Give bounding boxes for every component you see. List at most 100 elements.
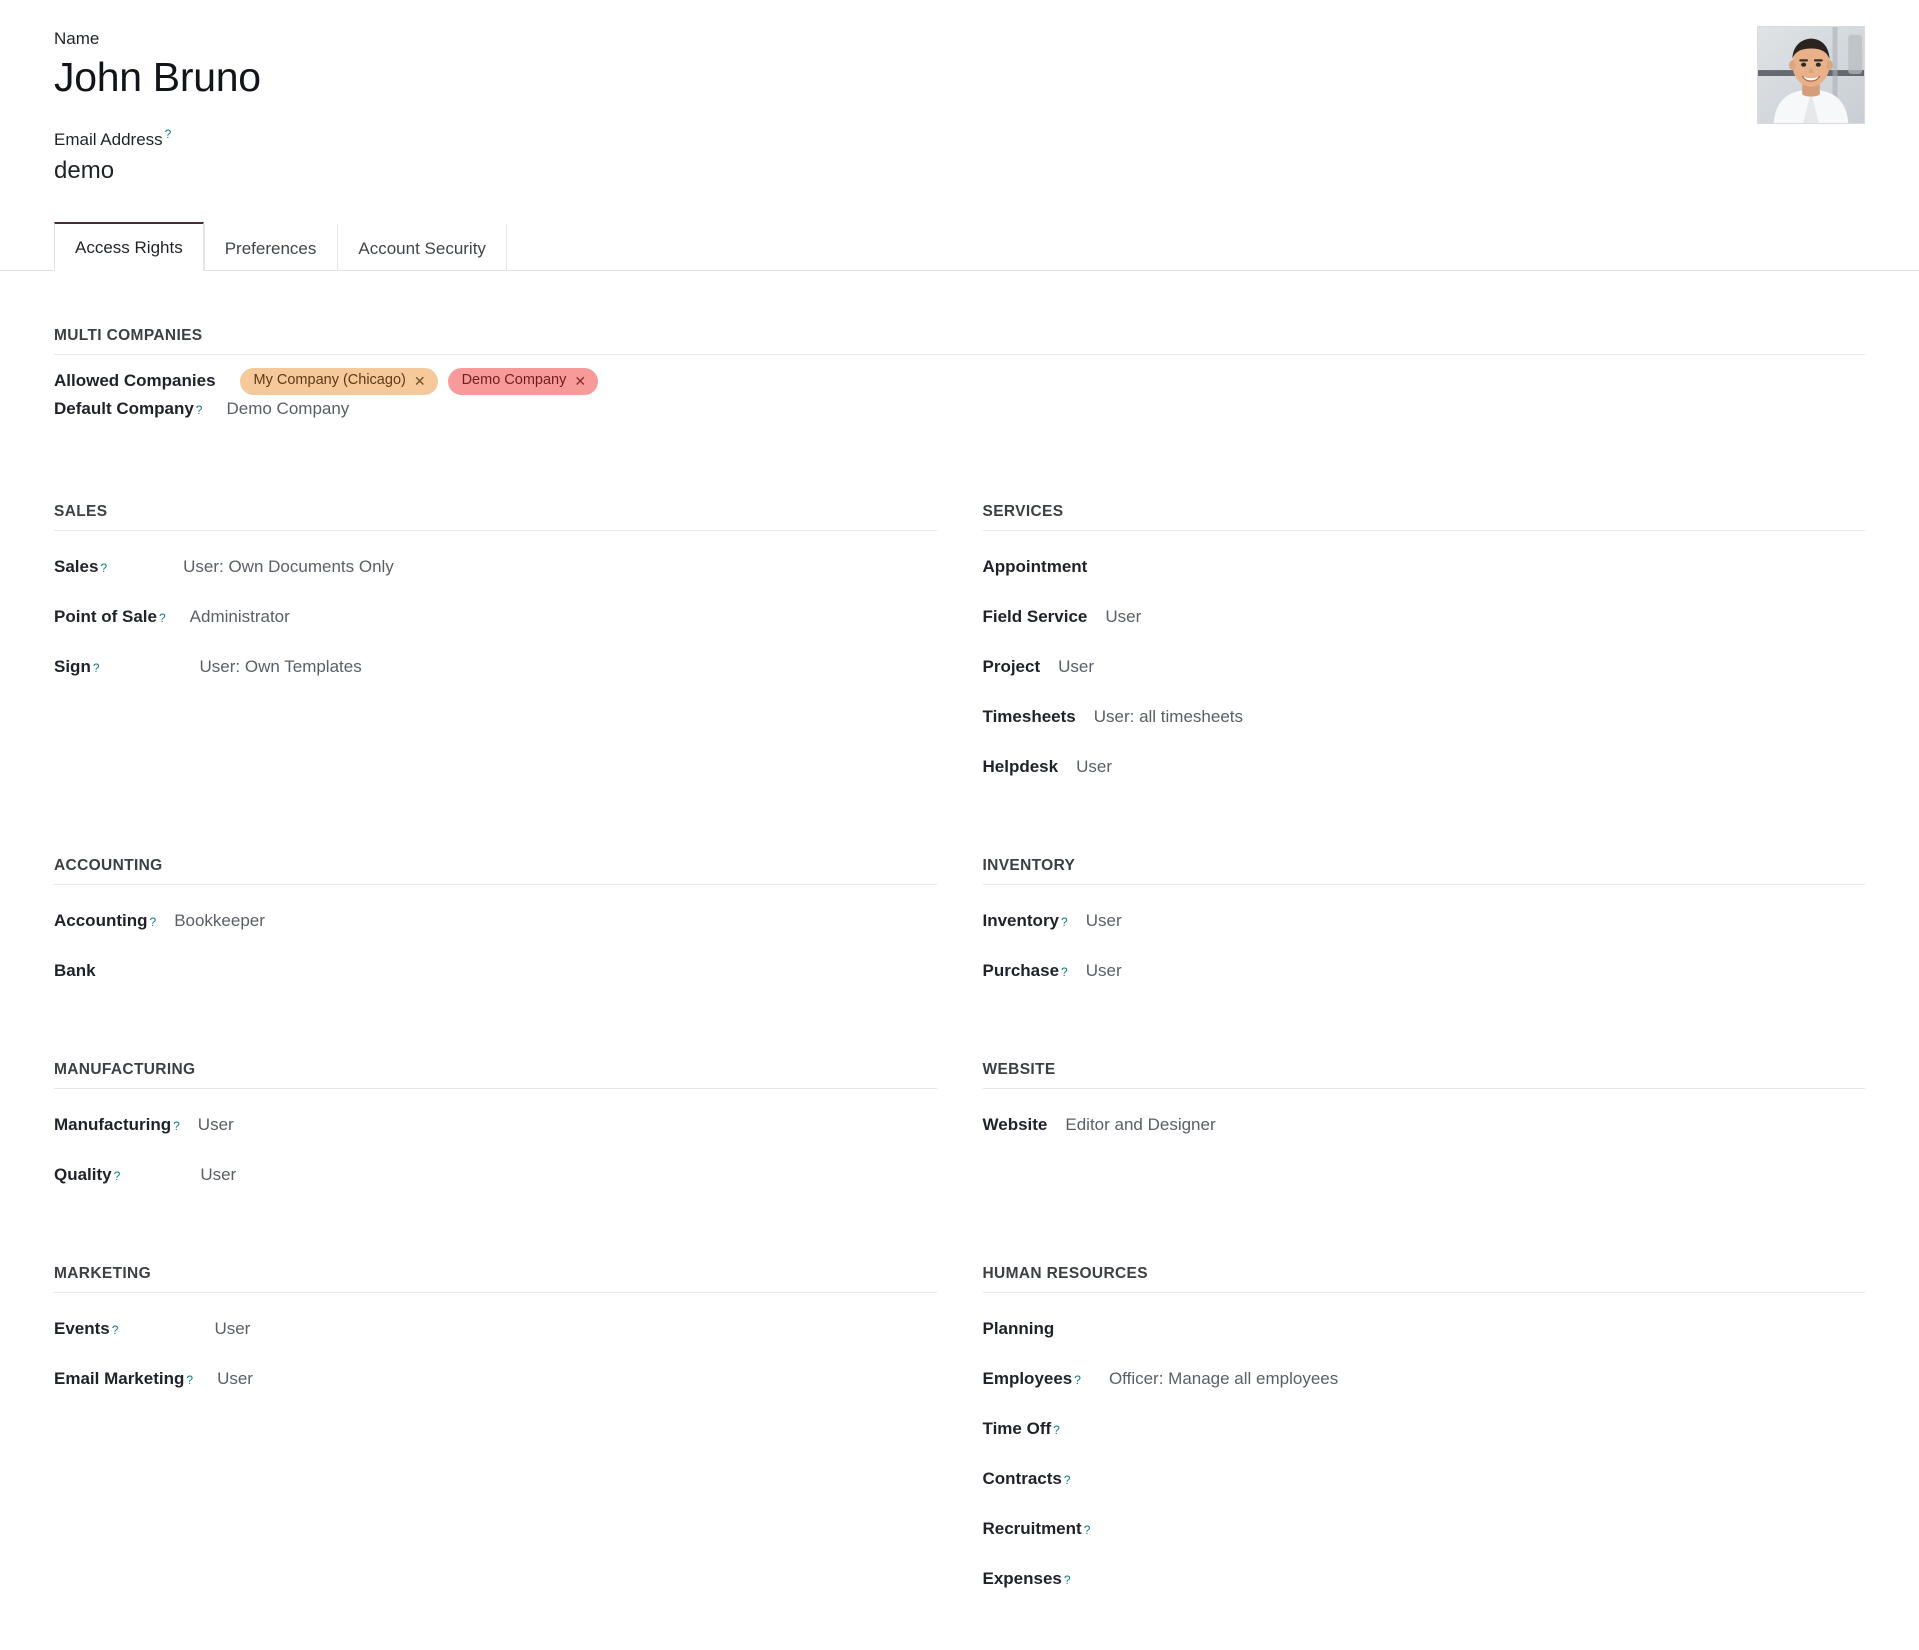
tab-account-security[interactable]: Account Security: [337, 224, 507, 272]
record-header: Name John Bruno Email Address? demo: [0, 0, 1919, 185]
group-title-human-resources: HUMAN RESOURCES: [982, 1265, 1865, 1294]
column-right-4: HUMAN RESOURCES Planning Employees? Offi…: [982, 1205, 1866, 1609]
tab-preferences[interactable]: Preferences: [203, 224, 338, 272]
quality-label: Quality: [54, 1165, 112, 1185]
group-title-sales: SALES: [54, 503, 937, 532]
appointment-label: Appointment: [982, 557, 1088, 577]
group-manufacturing: MANUFACTURING Manufacturing? User Qualit…: [54, 1001, 937, 1205]
group-title-accounting: ACCOUNTING: [54, 857, 937, 886]
rows-services: Appointment Field Service User Project U…: [983, 531, 1866, 797]
avatar-photo: [1758, 27, 1864, 123]
expenses-label: Expenses: [982, 1569, 1062, 1589]
field-accounting: Accounting? Bookkeeper: [54, 901, 937, 951]
group-title-inventory: INVENTORY: [982, 857, 1865, 886]
help-icon-accounting[interactable]: ?: [150, 915, 157, 929]
sign-value[interactable]: User: Own Templates: [200, 657, 362, 677]
group-title-website: WEBSITE: [982, 1061, 1865, 1090]
help-icon-point-of-sale[interactable]: ?: [159, 611, 166, 625]
help-icon-inventory[interactable]: ?: [1061, 915, 1068, 929]
field-service-value[interactable]: User: [1105, 607, 1141, 627]
employees-label: Employees: [982, 1369, 1073, 1389]
help-icon-recruitment[interactable]: ?: [1084, 1523, 1091, 1537]
help-icon-expenses[interactable]: ?: [1064, 1573, 1071, 1587]
help-icon-contracts[interactable]: ?: [1064, 1473, 1071, 1487]
group-title-multi-companies: MULTI COMPANIES: [54, 327, 1865, 356]
bottom-spacer: [54, 1609, 1865, 1639]
help-icon-sign[interactable]: ?: [93, 661, 100, 675]
rows-website: Website Editor and Designer: [983, 1089, 1866, 1155]
helpdesk-value[interactable]: User: [1076, 757, 1112, 777]
group-multi-companies: MULTI COMPANIES Allowed Companies My Com…: [54, 271, 1865, 439]
help-icon-manufacturing[interactable]: ?: [173, 1119, 180, 1133]
help-icon-events[interactable]: ?: [112, 1323, 119, 1337]
time-off-label: Time Off: [982, 1419, 1052, 1439]
email-value[interactable]: demo: [54, 157, 1873, 186]
accounting-value[interactable]: Bookkeeper: [174, 911, 265, 931]
rows-inventory: Inventory? User Purchase? User: [983, 885, 1866, 1001]
inventory-value[interactable]: User: [1086, 911, 1122, 931]
column-right-1: SERVICES Appointment Field Service User …: [982, 439, 1866, 797]
group-title-services: SERVICES: [982, 503, 1865, 532]
field-default-company: Default Company? Demo Company: [54, 395, 1865, 439]
sales-label: Sales: [54, 557, 99, 577]
email-label-row: Email Address?: [54, 127, 1873, 154]
sign-label: Sign: [54, 657, 91, 677]
tag-label: Demo Company: [461, 372, 567, 389]
default-company-value[interactable]: Demo Company: [226, 399, 349, 419]
project-value[interactable]: User: [1058, 657, 1094, 677]
columns-row-2: ACCOUNTING Accounting? Bookkeeper Bank I…: [54, 797, 1865, 1001]
quality-value[interactable]: User: [200, 1165, 236, 1185]
help-icon-time-off[interactable]: ?: [1053, 1423, 1060, 1437]
tab-access-rights[interactable]: Access Rights: [54, 222, 204, 272]
rows-human-resources: Planning Employees? Officer: Manage all …: [983, 1293, 1866, 1609]
help-icon-default-company[interactable]: ?: [196, 403, 203, 417]
help-icon-email[interactable]: ?: [165, 127, 172, 141]
website-value[interactable]: Editor and Designer: [1065, 1115, 1215, 1135]
help-icon-purchase[interactable]: ?: [1061, 965, 1068, 979]
recruitment-label: Recruitment: [982, 1519, 1082, 1539]
tab-bar: Access Rights Preferences Account Securi…: [0, 221, 1919, 272]
field-appointment: Appointment: [983, 547, 1866, 597]
group-marketing: MARKETING Events? User Email Marketing? …: [54, 1205, 937, 1409]
accounting-label: Accounting: [54, 911, 148, 931]
tag-demo-company[interactable]: Demo Company ✕: [447, 368, 599, 395]
field-sales: Sales? User: Own Documents Only: [54, 547, 937, 597]
help-icon-quality[interactable]: ?: [114, 1169, 121, 1183]
email-label: Email Address: [54, 129, 163, 149]
purchase-value[interactable]: User: [1086, 961, 1122, 981]
rows-marketing: Events? User Email Marketing? User: [54, 1293, 937, 1409]
field-website: Website Editor and Designer: [983, 1105, 1866, 1155]
project-label: Project: [982, 657, 1041, 677]
tag-remove-icon[interactable]: ✕: [574, 374, 586, 388]
website-label: Website: [982, 1115, 1048, 1135]
columns-row-3: MANUFACTURING Manufacturing? User Qualit…: [54, 1001, 1865, 1205]
field-employees: Employees? Officer: Manage all employees: [983, 1359, 1866, 1409]
tag-my-company-chicago[interactable]: My Company (Chicago) ✕: [239, 368, 438, 395]
field-service-label: Field Service: [982, 607, 1088, 627]
events-label: Events: [54, 1319, 110, 1339]
group-website: WEBSITE Website Editor and Designer: [982, 1001, 1866, 1155]
employees-value[interactable]: Officer: Manage all employees: [1109, 1369, 1338, 1389]
timesheets-label: Timesheets: [982, 707, 1076, 727]
tag-remove-icon[interactable]: ✕: [414, 374, 426, 388]
point-of-sale-value[interactable]: Administrator: [190, 607, 290, 627]
timesheets-value[interactable]: User: all timesheets: [1094, 707, 1243, 727]
manufacturing-label: Manufacturing: [54, 1115, 172, 1135]
help-icon-employees[interactable]: ?: [1074, 1373, 1081, 1387]
events-value[interactable]: User: [214, 1319, 250, 1339]
column-right-3: WEBSITE Website Editor and Designer: [982, 1001, 1866, 1155]
rows-accounting: Accounting? Bookkeeper Bank: [54, 885, 937, 1001]
page-title[interactable]: John Bruno: [54, 54, 1873, 101]
allowed-companies-label: Allowed Companies: [54, 371, 216, 391]
field-allowed-companies: Allowed Companies My Company (Chicago) ✕…: [54, 355, 1865, 395]
email-field: Email Address? demo: [54, 127, 1873, 185]
group-sales: SALES Sales? User: Own Documents Only Po…: [54, 439, 937, 697]
field-timesheets: Timesheets User: all timesheets: [983, 697, 1866, 747]
avatar[interactable]: [1757, 26, 1865, 124]
field-field-service: Field Service User: [983, 597, 1866, 647]
help-icon-email-marketing[interactable]: ?: [186, 1373, 193, 1387]
help-icon-sales[interactable]: ?: [100, 561, 107, 575]
email-marketing-value[interactable]: User: [217, 1369, 253, 1389]
manufacturing-value[interactable]: User: [198, 1115, 234, 1135]
sales-value[interactable]: User: Own Documents Only: [183, 557, 394, 577]
